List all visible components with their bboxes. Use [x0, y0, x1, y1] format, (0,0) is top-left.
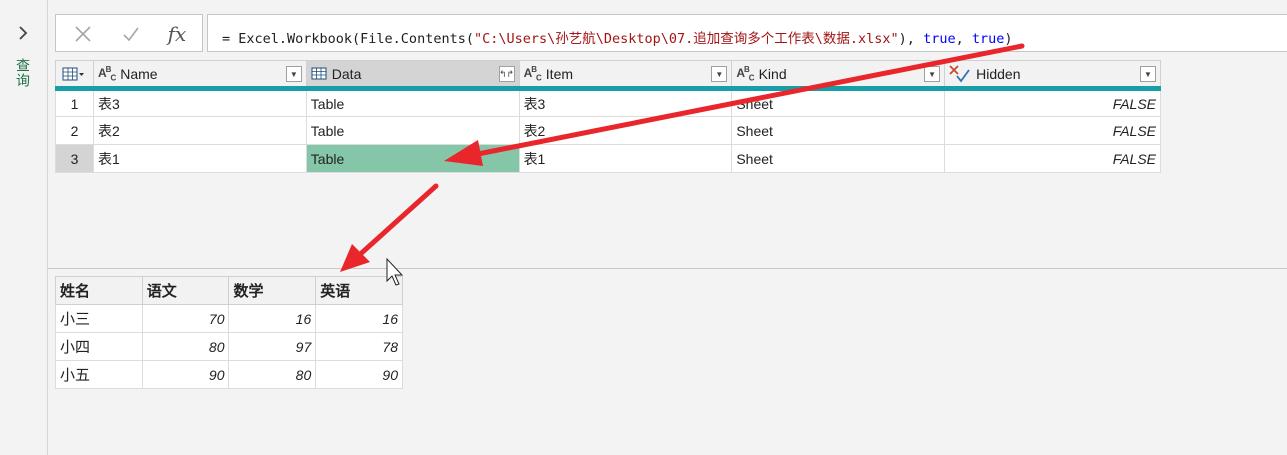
cell-item[interactable]: 表3	[518, 88, 733, 117]
preview-cell: 80	[141, 332, 230, 361]
cell-kind[interactable]: Sheet	[731, 116, 946, 145]
row-number[interactable]: 1	[55, 88, 94, 117]
formula-path: "C:\Users\孙艺航\Desktop\07.追加查询多个工作表\数据.xl…	[473, 31, 899, 47]
preview-cell: 70	[141, 304, 230, 333]
preview-cell: 90	[141, 360, 230, 389]
filter-dropdown-kind[interactable]: ▼	[924, 66, 941, 82]
check-icon	[123, 27, 139, 42]
row-number[interactable]: 2	[55, 116, 94, 145]
table-row[interactable]: 1 表3 Table 表3 Sheet FALSE	[55, 88, 1161, 117]
main-data-grid: ABCName ▼ Data ↰↱ ABCItem ▼ ABCKind ▼	[55, 60, 1161, 173]
table-type-icon	[311, 67, 327, 80]
cell-kind[interactable]: Sheet	[731, 88, 946, 117]
queries-pane: 查询	[0, 0, 48, 455]
close-icon	[75, 26, 91, 42]
preview-cell: 小四	[55, 332, 143, 361]
cell-name[interactable]: 表2	[92, 116, 307, 145]
preview-cell: 小三	[55, 304, 143, 333]
expand-queries-button[interactable]	[12, 20, 34, 46]
formula-comma1: ),	[898, 31, 924, 47]
preview-cell: 97	[228, 332, 317, 361]
row-number[interactable]: 3	[55, 144, 94, 173]
cell-hidden[interactable]: FALSE	[944, 116, 1161, 145]
formula-arg1: true	[923, 31, 956, 47]
confirm-formula-button[interactable]	[118, 21, 144, 47]
cell-hidden[interactable]: FALSE	[944, 144, 1161, 173]
preview-column-header: 语文	[141, 276, 230, 305]
formula-arg2: true	[971, 31, 1005, 47]
preview-cell: 16	[315, 304, 403, 333]
preview-row: 小五 90 80 90	[55, 360, 403, 389]
column-header-name[interactable]: ABC Name ▼	[92, 60, 307, 91]
column-label-data: Data	[331, 65, 362, 82]
power-query-editor: 查询 fx = Excel.Workbook(File.Contents("C:…	[0, 0, 1287, 455]
preview-pane-divider[interactable]	[48, 268, 1287, 269]
formula-controls: fx	[55, 14, 203, 52]
header-row: ABCName ▼ Data ↰↱ ABCItem ▼ ABCKind ▼	[55, 60, 1161, 91]
filter-dropdown-hidden[interactable]: ▼	[1140, 66, 1156, 82]
cell-name[interactable]: 表3	[92, 88, 307, 117]
column-header-hidden[interactable]: Hidden ▼	[944, 60, 1161, 91]
fx-label: fx	[167, 22, 187, 46]
annotation-arrow	[340, 183, 439, 272]
preview-column-header: 数学	[228, 276, 317, 305]
cell-item[interactable]: 表2	[518, 116, 733, 145]
preview-cell: 80	[228, 360, 317, 389]
filter-dropdown-item[interactable]: ▼	[711, 66, 728, 82]
preview-column-header: 姓名	[55, 276, 143, 305]
logical-type-icon	[949, 64, 970, 82]
column-header-item[interactable]: ABC Item ▼	[518, 60, 733, 91]
chevron-down-icon: ▼	[928, 69, 937, 79]
cell-item[interactable]: 表1	[518, 144, 733, 173]
chevron-down-icon: ▼	[289, 69, 298, 79]
insert-function-button[interactable]: fx	[164, 21, 190, 47]
table-menu-header[interactable]	[55, 60, 94, 91]
column-label-kind: Kind	[758, 65, 787, 82]
formula-comma2: ,	[955, 31, 972, 47]
formula-input[interactable]: = Excel.Workbook(File.Contents("C:\Users…	[207, 14, 1287, 52]
cancel-formula-button[interactable]	[70, 21, 96, 47]
preview-row: 小三 70 16 16	[55, 304, 403, 333]
chevron-right-icon	[19, 26, 28, 40]
expand-arrows-icon: ↰↱	[499, 68, 515, 79]
table-row[interactable]: 2 表2 Table 表2 Sheet FALSE	[55, 116, 1161, 145]
table-row-selected[interactable]: 3 表1 Table 表1 Sheet FALSE	[55, 144, 1161, 173]
column-label-item: Item	[545, 65, 574, 82]
queries-pane-label[interactable]: 查询	[14, 58, 32, 88]
preview-cell: 16	[228, 304, 317, 333]
formula-suffix: )	[1004, 31, 1013, 47]
preview-cell: 小五	[55, 360, 143, 389]
text-type-icon: ABC	[523, 64, 542, 83]
preview-row: 小四 80 97 78	[55, 332, 403, 361]
column-label-name: Name	[120, 65, 158, 82]
column-header-data[interactable]: Data ↰↱	[305, 60, 520, 91]
cell-name[interactable]: 表1	[92, 144, 307, 173]
cell-kind[interactable]: Sheet	[731, 144, 946, 173]
preview-column-header: 英语	[315, 276, 403, 305]
chevron-down-icon: ▼	[1144, 69, 1152, 79]
preview-header-row: 姓名 语文 数学 英语	[55, 276, 403, 305]
cell-data[interactable]: Table	[305, 88, 520, 117]
cell-data-selected[interactable]: Table	[305, 144, 520, 173]
preview-cell: 90	[315, 360, 403, 389]
table-preview-grid: 姓名 语文 数学 英语 小三 70 16 16 小四 80 97 78 小五 9…	[55, 276, 403, 389]
column-label-hidden: Hidden	[976, 65, 1021, 82]
text-type-icon: ABC	[736, 64, 754, 83]
cell-data[interactable]: Table	[305, 116, 520, 145]
column-header-kind[interactable]: ABC Kind ▼	[731, 60, 946, 91]
expand-column-button[interactable]: ↰↱	[498, 66, 515, 82]
filter-dropdown-name[interactable]: ▼	[285, 66, 302, 82]
chevron-down-icon: ▼	[715, 69, 724, 79]
formula-prefix: = Excel.Workbook(File.Contents(	[222, 31, 474, 47]
table-menu-icon	[62, 67, 84, 80]
text-type-icon: ABC	[97, 64, 116, 83]
cell-hidden[interactable]: FALSE	[944, 88, 1161, 117]
preview-cell: 78	[315, 332, 403, 361]
